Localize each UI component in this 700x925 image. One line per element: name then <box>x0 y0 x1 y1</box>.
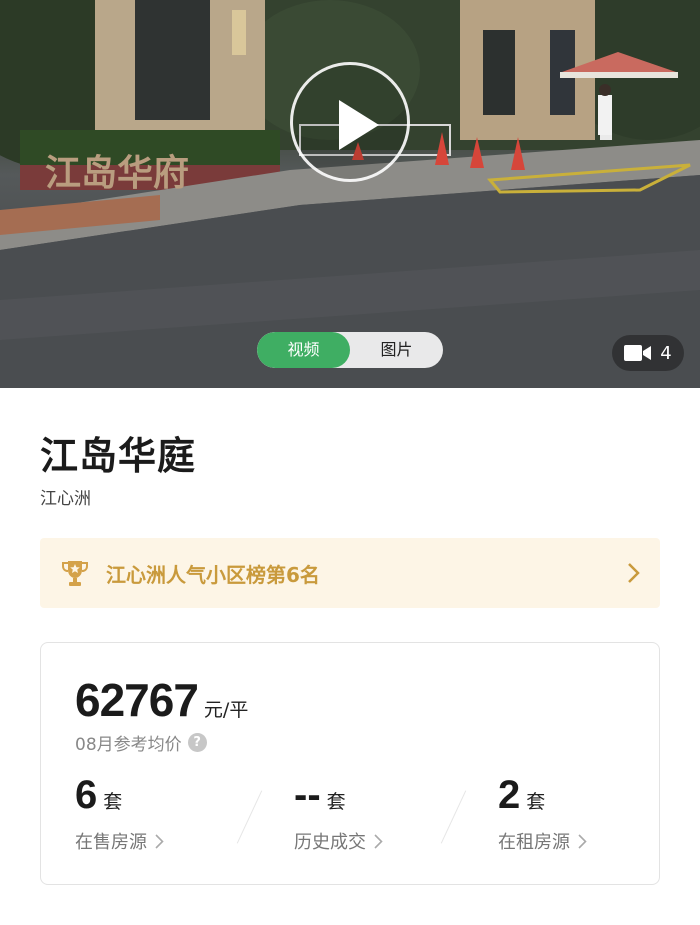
stat-unit: 套 <box>526 791 546 813</box>
tab-video[interactable]: 视频 <box>257 332 350 368</box>
stat-unit: 套 <box>103 791 123 813</box>
stat-label: 历史成交 <box>294 832 366 853</box>
community-name: 江岛华庭 <box>40 434 197 478</box>
stat-value: 6 <box>75 773 98 817</box>
play-button[interactable] <box>290 62 410 182</box>
play-icon <box>339 100 379 150</box>
stat-unit: 套 <box>326 791 346 813</box>
video-count: 4 <box>660 342 672 364</box>
price-value: 62767 <box>75 674 199 726</box>
price-unit: 元/平 <box>203 699 249 721</box>
chevron-right-icon <box>628 563 640 583</box>
community-district: 江心洲 <box>40 489 91 509</box>
help-icon[interactable]: ? <box>187 733 207 752</box>
rank-text: 江心洲人气小区榜第6名 <box>106 562 320 587</box>
media-hero[interactable]: 江岛华府 视频 图片 4 <box>0 0 700 388</box>
stat-value: -- <box>294 773 321 817</box>
video-preview-image: 江岛华府 <box>0 0 700 388</box>
tab-photo[interactable]: 图片 <box>350 332 443 368</box>
media-type-toggle[interactable]: 视频 图片 <box>257 332 443 368</box>
video-count-badge[interactable]: 4 <box>612 335 684 371</box>
popularity-rank-banner[interactable]: 江心洲人气小区榜第6名 <box>40 538 660 608</box>
stat-history-deals[interactable]: -- 套 历史成交 <box>294 773 383 854</box>
stats-card: 62767 元/平 08月参考均价 ? 6 套 在售房源 -- 套 历史成交 2… <box>40 642 660 885</box>
stat-for-rent[interactable]: 2 套 在租房源 <box>498 773 587 854</box>
stat-for-sale[interactable]: 6 套 在售房源 <box>75 773 164 854</box>
average-price: 62767 元/平 <box>75 673 248 727</box>
trophy-icon <box>62 561 88 586</box>
chevron-right-icon <box>374 833 383 849</box>
video-camera-icon <box>624 345 652 361</box>
price-label-row: 08月参考均价 ? <box>75 730 207 755</box>
stat-label: 在租房源 <box>498 832 570 853</box>
chevron-right-icon <box>155 833 164 849</box>
svg-text:江岛华府: 江岛华府 <box>45 152 189 194</box>
stat-value: 2 <box>498 773 521 817</box>
divider <box>236 790 263 844</box>
divider <box>440 790 467 844</box>
chevron-right-icon <box>578 833 587 849</box>
stat-label: 在售房源 <box>75 832 147 853</box>
price-label: 08月参考均价 <box>75 735 182 755</box>
